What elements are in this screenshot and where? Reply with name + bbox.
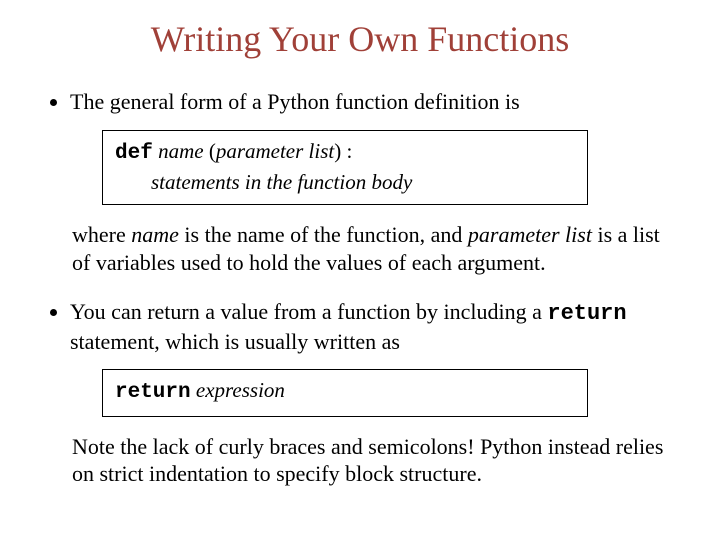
after-box-1: where name is the name of the function, … [72, 221, 672, 276]
slide-title: Writing Your Own Functions [48, 18, 672, 60]
after1-mid1: is the name of the function, and [179, 222, 468, 247]
code-box-def-line1: def name (parameter list) : [115, 137, 575, 168]
return-expression: expression [196, 378, 285, 402]
bullet-1-text: The general form of a Python function de… [70, 89, 520, 114]
def-open-paren: ( [204, 139, 216, 163]
def-close-paren-colon: ) : [334, 139, 352, 163]
def-name: name [158, 139, 204, 163]
def-body: statements in the function body [115, 168, 575, 196]
bullet-2: You can return a value from a function b… [70, 298, 672, 355]
bullet-list: The general form of a Python function de… [48, 88, 672, 116]
code-box-def: def name (parameter list) : statements i… [102, 130, 588, 206]
after1-paramlist: parameter list [468, 222, 592, 247]
slide: Writing Your Own Functions The general f… [0, 0, 720, 540]
bullet-2-pre: You can return a value from a function b… [70, 299, 547, 324]
code-box-return: return expression [102, 369, 588, 416]
after1-pre: where [72, 222, 131, 247]
bullet-list-2: You can return a value from a function b… [48, 298, 672, 355]
after-box-2: Note the lack of curly braces and semico… [72, 433, 672, 488]
bullet-1: The general form of a Python function de… [70, 88, 672, 116]
def-paramlist: parameter list [216, 139, 334, 163]
keyword-return-inline: return [547, 301, 626, 326]
keyword-return: return [115, 381, 191, 404]
bullet-2-post: statement, which is usually written as [70, 329, 400, 354]
after1-name: name [131, 222, 179, 247]
keyword-def: def [115, 142, 153, 165]
